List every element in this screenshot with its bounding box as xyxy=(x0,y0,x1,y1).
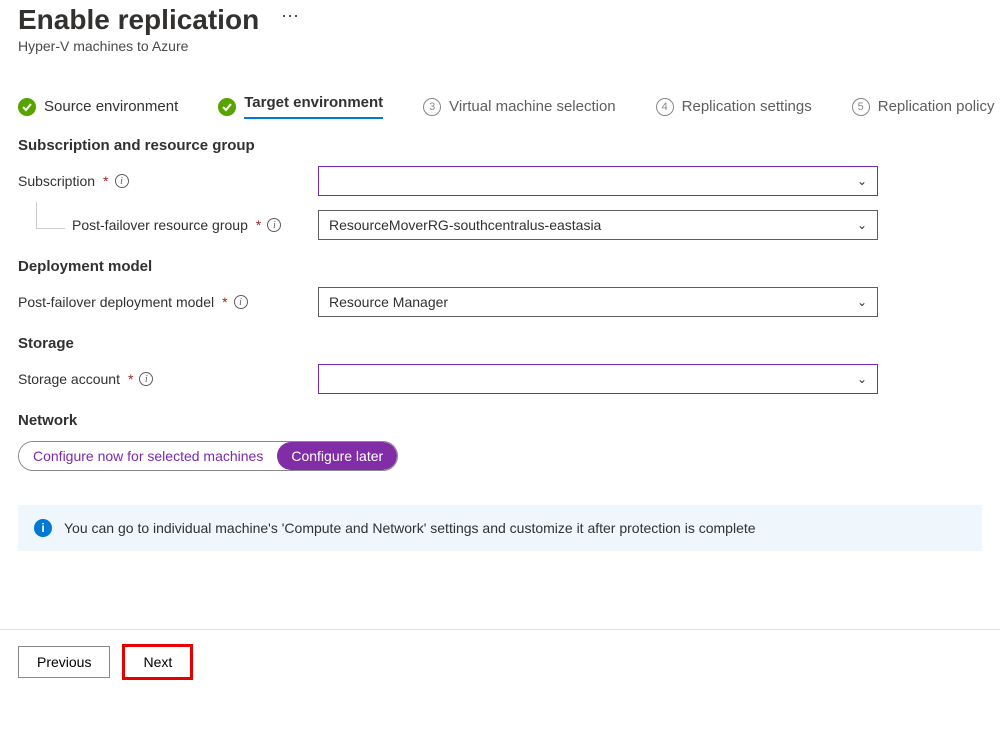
info-icon[interactable]: i xyxy=(267,218,281,232)
subscription-label: Subscription * i xyxy=(18,173,318,189)
postfailover-rg-dropdown[interactable]: ResourceMoverRG-southcentralus-eastasia … xyxy=(318,210,878,240)
chevron-down-icon: ⌄ xyxy=(857,295,867,309)
info-icon: i xyxy=(34,519,52,537)
step-target-environment[interactable]: Target environment xyxy=(218,94,383,119)
step-replication-settings[interactable]: 4 Replication settings xyxy=(656,98,812,116)
section-heading-subscription: Subscription and resource group xyxy=(18,137,982,154)
step-label: Virtual machine selection xyxy=(449,98,615,115)
subscription-dropdown[interactable]: ⌄ xyxy=(318,166,878,196)
toggle-label: Configure now for selected machines xyxy=(33,448,263,464)
section-heading-network: Network xyxy=(18,412,982,429)
toggle-configure-now[interactable]: Configure now for selected machines xyxy=(19,442,277,470)
chevron-down-icon: ⌄ xyxy=(857,372,867,386)
info-icon[interactable]: i xyxy=(115,174,129,188)
step-label: Replication settings xyxy=(682,98,812,115)
required-asterisk: * xyxy=(222,294,227,310)
wizard-footer: Previous Next xyxy=(0,629,1000,694)
step-number-icon: 4 xyxy=(656,98,674,116)
required-asterisk: * xyxy=(256,217,261,233)
previous-button[interactable]: Previous xyxy=(18,646,110,678)
section-heading-deployment: Deployment model xyxy=(18,258,982,275)
check-icon xyxy=(218,98,236,116)
required-asterisk: * xyxy=(103,173,108,189)
dropdown-value: ResourceMoverRG-southcentralus-eastasia xyxy=(329,217,601,233)
label-text: Post-failover deployment model xyxy=(18,294,214,310)
page-title: Enable replication xyxy=(18,4,259,36)
chevron-down-icon: ⌄ xyxy=(857,174,867,188)
postfailover-rg-label: Post-failover resource group * i xyxy=(18,217,318,233)
next-button[interactable]: Next xyxy=(124,646,191,678)
storage-account-dropdown[interactable]: ⌄ xyxy=(318,364,878,394)
step-label: Replication policy xyxy=(878,98,995,115)
network-configure-toggle[interactable]: Configure now for selected machines Conf… xyxy=(18,441,398,471)
toggle-label: Configure later xyxy=(291,448,383,464)
deployment-model-label: Post-failover deployment model * i xyxy=(18,294,318,310)
more-options-button[interactable]: ··· xyxy=(281,5,299,26)
step-source-environment[interactable]: Source environment xyxy=(18,98,178,116)
toggle-configure-later[interactable]: Configure later xyxy=(277,442,397,470)
info-banner-text: You can go to individual machine's 'Comp… xyxy=(64,520,756,536)
info-banner: i You can go to individual machine's 'Co… xyxy=(18,505,982,551)
page-subtitle: Hyper-V machines to Azure xyxy=(18,38,982,54)
step-vm-selection[interactable]: 3 Virtual machine selection xyxy=(423,98,615,116)
section-heading-storage: Storage xyxy=(18,335,982,352)
label-text: Post-failover resource group xyxy=(72,217,248,233)
dropdown-value: Resource Manager xyxy=(329,294,448,310)
step-number-icon: 3 xyxy=(423,98,441,116)
required-asterisk: * xyxy=(128,371,133,387)
info-icon[interactable]: i xyxy=(234,295,248,309)
step-replication-policy[interactable]: 5 Replication policy xyxy=(852,98,995,116)
label-text: Storage account xyxy=(18,371,120,387)
wizard-steps: Source environment Target environment 3 … xyxy=(18,94,982,119)
step-number-icon: 5 xyxy=(852,98,870,116)
step-label: Source environment xyxy=(44,98,178,115)
check-icon xyxy=(18,98,36,116)
chevron-down-icon: ⌄ xyxy=(857,218,867,232)
deployment-model-dropdown[interactable]: Resource Manager ⌄ xyxy=(318,287,878,317)
storage-account-label: Storage account * i xyxy=(18,371,318,387)
label-text: Subscription xyxy=(18,173,95,189)
step-label: Target environment xyxy=(244,94,383,119)
info-icon[interactable]: i xyxy=(139,372,153,386)
